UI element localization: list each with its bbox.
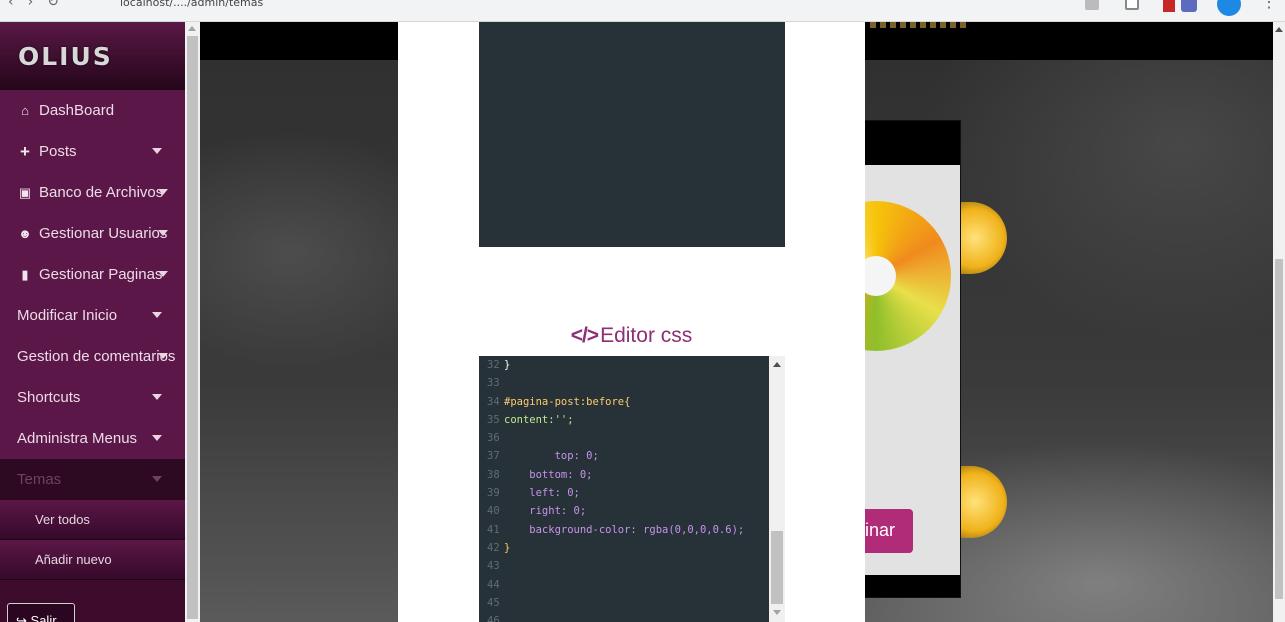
sidebar-item-label: Posts — [39, 143, 77, 160]
file-icon: ▮ — [21, 266, 29, 282]
chevron-down-icon — [158, 189, 168, 195]
code-line: 36 — [487, 432, 500, 445]
temas-submenu: Ver todos Añadir nuevo — [0, 500, 185, 580]
browser-nav-icons[interactable]: ‹›↻ — [8, 0, 73, 10]
sidebar-item-menus[interactable]: Administra Menus — [0, 418, 185, 459]
sidebar-item-label: Gestion de comentarios — [17, 348, 176, 365]
code-line: 32} — [487, 359, 511, 371]
code-icon: </> — [570, 324, 599, 347]
sidebar-item-usuarios[interactable]: ☻ Gestionar Usuarios — [0, 213, 185, 254]
chevron-down-icon — [152, 312, 162, 318]
sidebar-item-label: DashBoard — [39, 102, 115, 119]
code-line: 42} — [487, 541, 511, 554]
sidebar-scrollbar[interactable] — [185, 22, 200, 622]
css-editor-title: Editor css — [600, 324, 693, 347]
sidebar-item-banco-archivos[interactable]: ▣ Banco de Archivos — [0, 172, 185, 213]
users-icon: ☻ — [18, 226, 32, 241]
sidebar-item-modificar-inicio[interactable]: Modificar Inicio — [0, 295, 185, 336]
code-line: 46 — [487, 615, 500, 622]
preview-action-button[interactable]: inar — [861, 509, 913, 553]
code-editor-previous[interactable] — [479, 22, 785, 247]
sidebar-item-temas[interactable]: Temas — [0, 459, 185, 500]
scroll-down-icon[interactable] — [773, 610, 781, 615]
sidebar-item-label: Shortcuts — [17, 389, 81, 406]
brand-logo[interactable]: OLIUS — [0, 22, 185, 90]
code-line: 35 content:''; — [487, 413, 574, 426]
extension-icon[interactable] — [1181, 0, 1197, 12]
bookmark-star-icon[interactable] — [1125, 0, 1139, 10]
chevron-down-icon — [158, 271, 168, 277]
sidebar-item-label: Gestionar Usuarios — [39, 225, 168, 242]
editor-scrollbar[interactable] — [769, 356, 785, 622]
app-window: ‹›↻ localhost/..../admin/temas ⋮ OLIUS ⌂… — [0, 0, 1285, 622]
sidebar-item-label: Temas — [17, 471, 62, 488]
header-decoration — [870, 22, 970, 28]
sidebar-item-comentarios[interactable]: Gestion de comentarios — [0, 336, 185, 377]
submenu-label: Ver todos — [35, 512, 90, 527]
sidebar-item-label: Gestionar Paginas — [39, 266, 163, 283]
scrollbar-thumb[interactable] — [771, 531, 783, 604]
preview-footer — [861, 575, 960, 597]
plus-icon: + — [20, 141, 30, 161]
code-line: 33 — [487, 377, 500, 390]
extension-icon[interactable] — [1163, 0, 1175, 12]
sidebar-item-label: Modificar Inicio — [17, 307, 118, 324]
code-line: 39 left: 0; — [487, 487, 580, 500]
css-editor-heading: </>Editor css — [398, 324, 865, 348]
scroll-up-icon[interactable] — [773, 362, 781, 367]
sidebar: OLIUS ⌂ DashBoard + Posts ▣ Banco de Arc… — [0, 22, 185, 622]
code-lines[interactable]: 32} 33 34 #pagina-post:before{ 35 content:… — [479, 356, 769, 622]
chevron-down-icon — [152, 435, 162, 441]
sidebar-item-posts[interactable]: + Posts — [0, 131, 185, 172]
image-icon: ▣ — [18, 184, 32, 200]
code-line: 44 — [487, 578, 500, 591]
logout-icon: ↪ — [16, 613, 27, 622]
scrollbar-thumb[interactable] — [1275, 259, 1283, 599]
sidebar-nav: ⌂ DashBoard + Posts ▣ Banco de Archivos … — [0, 90, 185, 500]
sidebar-item-dashboard[interactable]: ⌂ DashBoard — [0, 90, 185, 131]
scroll-up-icon[interactable] — [188, 26, 196, 31]
page-scrollbar[interactable] — [1273, 22, 1285, 622]
preview-flower-image — [861, 201, 951, 351]
browser-toolbar: ‹›↻ localhost/..../admin/temas ⋮ — [0, 0, 1285, 22]
code-line: 37 top: 0; — [487, 450, 599, 463]
theme-editor-modal: </>Editor css 32} 33 34 #pagina-post:befo… — [398, 22, 865, 622]
extension-icons — [1085, 0, 1245, 16]
code-line: 41 background-color: rgba(0,0,0,0.6); — [487, 523, 745, 536]
submenu-anadir-nuevo[interactable]: Añadir nuevo — [0, 540, 185, 580]
translate-icon[interactable] — [1085, 0, 1099, 10]
chevron-down-icon — [152, 476, 162, 482]
code-line: 40 right: 0; — [487, 505, 587, 518]
preview-button-label: inar — [865, 520, 896, 540]
brand-name: OLIUS — [18, 41, 113, 71]
theme-preview-card: inar — [860, 120, 961, 598]
logout-label: Salir — [30, 613, 57, 622]
home-icon: ⌂ — [21, 103, 29, 118]
scroll-up-icon[interactable] — [1275, 27, 1283, 32]
preview-header — [861, 121, 960, 165]
chevron-down-icon — [158, 353, 168, 359]
chevron-down-icon — [158, 230, 168, 236]
code-line: 34 #pagina-post:before{ — [487, 395, 631, 408]
address-bar[interactable]: localhost/..../admin/temas — [120, 0, 263, 9]
sidebar-item-paginas[interactable]: ▮ Gestionar Paginas — [0, 254, 185, 295]
css-code-editor[interactable]: 32} 33 34 #pagina-post:before{ 35 content:… — [479, 356, 785, 622]
sidebar-item-label: Administra Menus — [17, 430, 138, 447]
chevron-down-icon — [152, 394, 162, 400]
scrollbar-thumb[interactable] — [187, 36, 198, 619]
code-line: 43 — [487, 560, 500, 573]
chevron-down-icon — [152, 148, 162, 154]
submenu-label: Añadir nuevo — [35, 552, 112, 567]
code-line: 45 — [487, 596, 500, 609]
profile-avatar-icon[interactable] — [1217, 0, 1241, 16]
logout-button[interactable]: ↪ Salir — [7, 603, 75, 622]
sidebar-item-label: Banco de Archivos — [39, 184, 164, 201]
code-line: 38 bottom: 0; — [487, 468, 593, 481]
browser-menu-icon[interactable]: ⋮ — [1261, 0, 1277, 12]
sidebar-item-shortcuts[interactable]: Shortcuts — [0, 377, 185, 418]
submenu-ver-todos[interactable]: Ver todos — [0, 500, 185, 540]
